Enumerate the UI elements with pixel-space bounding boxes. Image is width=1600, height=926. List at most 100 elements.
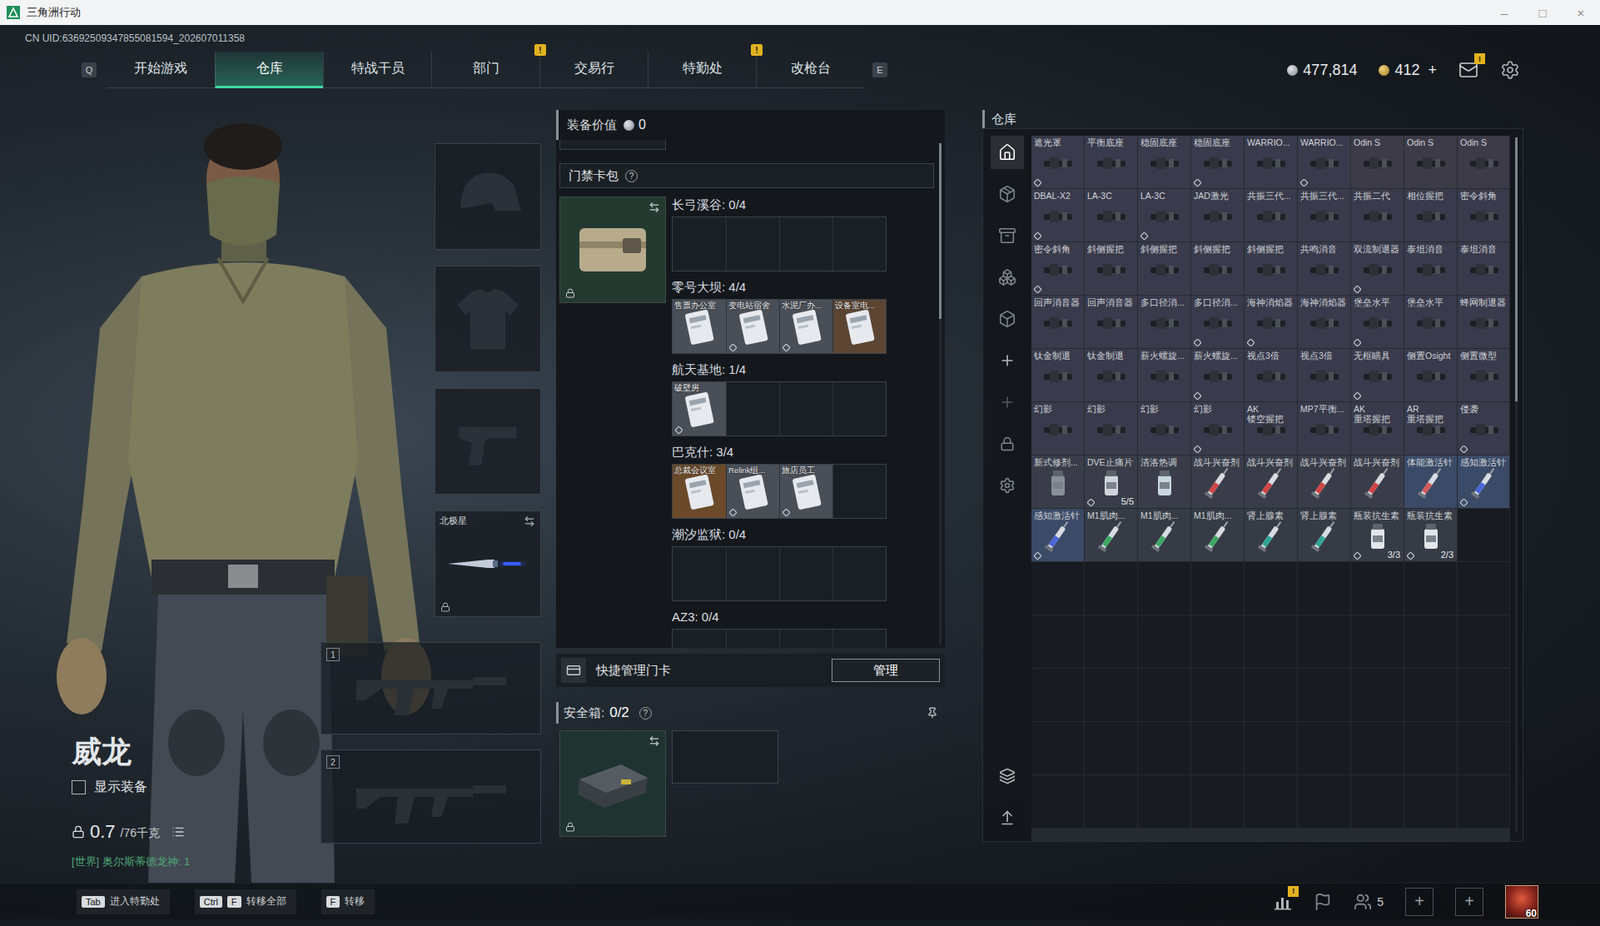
keycard-slot[interactable]	[832, 464, 886, 518]
swap-button[interactable]	[523, 515, 536, 527]
manage-button[interactable]: 管理	[831, 658, 940, 682]
warehouse-item[interactable]: WARRIO...	[1297, 135, 1351, 189]
warehouse-item[interactable]: 感知激活针	[1457, 455, 1511, 508]
warehouse-item[interactable]: Odin S	[1457, 135, 1511, 189]
window-control-button[interactable]: □	[1523, 0, 1562, 25]
warehouse-item[interactable]: 无框瞄具	[1351, 348, 1404, 402]
warehouse-item[interactable]: 回声消音器	[1084, 295, 1138, 348]
warehouse-item[interactable]: 战斗兴奋剂	[1297, 455, 1351, 508]
keycard-slot[interactable]	[779, 217, 833, 271]
list-icon[interactable]	[171, 824, 185, 839]
empty-cell[interactable]	[1084, 775, 1138, 828]
empty-cell[interactable]	[1084, 615, 1138, 668]
keycard-slot[interactable]	[725, 217, 780, 271]
warehouse-item[interactable]: 战斗兴奋剂	[1244, 455, 1297, 508]
warehouse-item[interactable]: 战斗兴奋剂	[1191, 455, 1244, 508]
warehouse-item[interactable]: 平衡底座	[1084, 135, 1138, 189]
keycard-pack-slot[interactable]	[559, 196, 666, 304]
empty-cell[interactable]	[1457, 668, 1511, 721]
empty-cell[interactable]	[1404, 775, 1457, 828]
empty-cell[interactable]	[1351, 615, 1404, 668]
keycard-slot[interactable]	[832, 217, 886, 271]
empty-cell[interactable]	[1084, 668, 1138, 721]
warehouse-item[interactable]: 薪火螺旋...	[1137, 348, 1191, 402]
add-teammate-button[interactable]: +	[1405, 887, 1434, 916]
warehouse-item[interactable]: LA-3C	[1084, 188, 1138, 242]
warehouse-item[interactable]: 回声消音器	[1031, 295, 1084, 348]
scrollbar[interactable]	[939, 143, 942, 645]
keycard-slot[interactable]	[779, 546, 833, 601]
keycard-slot[interactable]	[672, 546, 726, 601]
warehouse-item[interactable]: 相位握把	[1404, 188, 1457, 242]
stats-button[interactable]: !	[1273, 892, 1292, 911]
warehouse-item[interactable]: 海神消焰器	[1297, 295, 1351, 348]
warehouse-item[interactable]: 泰坦消音	[1404, 242, 1457, 295]
keycard-slot[interactable]	[832, 629, 886, 648]
empty-cell[interactable]	[1404, 721, 1457, 775]
empty-cell[interactable]	[1137, 615, 1191, 668]
warehouse-item[interactable]: 蜂网制退器	[1457, 295, 1511, 348]
nav-tab[interactable]: 部门!	[431, 51, 540, 89]
empty-cell[interactable]	[1084, 721, 1138, 775]
empty-cell[interactable]	[1137, 775, 1191, 828]
keycard-slot[interactable]	[672, 629, 726, 648]
warehouse-item[interactable]: 视点3倍	[1244, 348, 1297, 402]
safebox-slot[interactable]	[559, 730, 666, 837]
warehouse-item[interactable]: 共鸣消音	[1297, 242, 1351, 295]
warehouse-item[interactable]: AR 重塔握把	[1404, 402, 1457, 455]
empty-cell[interactable]	[1457, 508, 1511, 562]
empty-cell[interactable]	[1031, 668, 1084, 721]
add-tab-button[interactable]	[990, 385, 1024, 419]
warehouse-item[interactable]: 共振二代	[1351, 188, 1404, 242]
warehouse-item[interactable]: 海神消焰器	[1244, 295, 1297, 348]
warehouse-item[interactable]: 密令斜角	[1031, 242, 1084, 295]
warehouse-item[interactable]: DBAL-X2	[1031, 188, 1084, 242]
help-button[interactable]: ?	[625, 169, 638, 183]
keycard[interactable]: 破壁房	[672, 382, 726, 436]
empty-cell[interactable]	[1404, 561, 1457, 615]
keycard[interactable]: 售票办公室	[672, 299, 726, 353]
warehouse-item[interactable]: 肾上腺素	[1297, 508, 1351, 562]
empty-cell[interactable]	[1351, 668, 1404, 721]
warehouse-item[interactable]: AK 重塔握把	[1351, 402, 1404, 455]
empty-cell[interactable]	[1457, 561, 1511, 615]
warehouse-tab[interactable]	[990, 260, 1024, 294]
pin-icon[interactable]	[926, 706, 939, 719]
empty-cell[interactable]	[1297, 615, 1351, 668]
empty-cell[interactable]	[1031, 721, 1084, 775]
scrollbar[interactable]	[1515, 137, 1518, 833]
window-control-button[interactable]: –	[1485, 0, 1524, 25]
nav-tab[interactable]: 特勤处!	[647, 51, 756, 89]
keycard[interactable]: 水泥厂办...	[779, 299, 833, 353]
empty-cell[interactable]	[1244, 721, 1297, 775]
warehouse-tab[interactable]	[990, 177, 1024, 211]
window-control-button[interactable]: ×	[1561, 0, 1600, 25]
warehouse-item[interactable]: 斜侧握把	[1244, 242, 1297, 295]
warehouse-item[interactable]: 泰坦消音	[1457, 242, 1511, 295]
warehouse-item[interactable]: WARRIO...	[1244, 135, 1297, 189]
warehouse-item[interactable]: 新式修剂...	[1031, 455, 1084, 508]
empty-cell[interactable]	[1351, 721, 1404, 775]
keycard[interactable]: 总裁会议室	[672, 464, 726, 518]
warehouse-item[interactable]: Odin S	[1404, 135, 1457, 189]
prev-tab-key[interactable]: Q	[81, 62, 97, 78]
armor-slot[interactable]	[434, 265, 542, 373]
warehouse-item[interactable]: 视点3倍	[1297, 348, 1351, 402]
key-hint[interactable]: CtrlF转移全部	[194, 889, 297, 915]
empty-cell[interactable]	[1297, 561, 1351, 615]
warehouse-item[interactable]: M1肌肉...	[1137, 508, 1191, 562]
empty-cell[interactable]	[1084, 561, 1138, 615]
empty-cell[interactable]	[1191, 721, 1244, 775]
keycard[interactable]: Relink组...	[725, 464, 780, 518]
key-hint[interactable]: F转移	[321, 889, 376, 915]
empty-cell[interactable]	[1457, 721, 1511, 775]
flag-icon[interactable]	[1313, 892, 1332, 911]
show-equipment-toggle[interactable]: 显示装备	[71, 778, 321, 796]
warehouse-item[interactable]: 清洛热调	[1137, 455, 1191, 508]
empty-cell[interactable]	[1191, 775, 1244, 828]
empty-cell[interactable]	[1297, 721, 1351, 775]
warehouse-item[interactable]: DVE止痛片5/5	[1084, 455, 1138, 508]
empty-cell[interactable]	[1244, 561, 1297, 615]
empty-cell[interactable]	[1457, 615, 1511, 668]
empty-cell[interactable]	[1191, 561, 1244, 615]
